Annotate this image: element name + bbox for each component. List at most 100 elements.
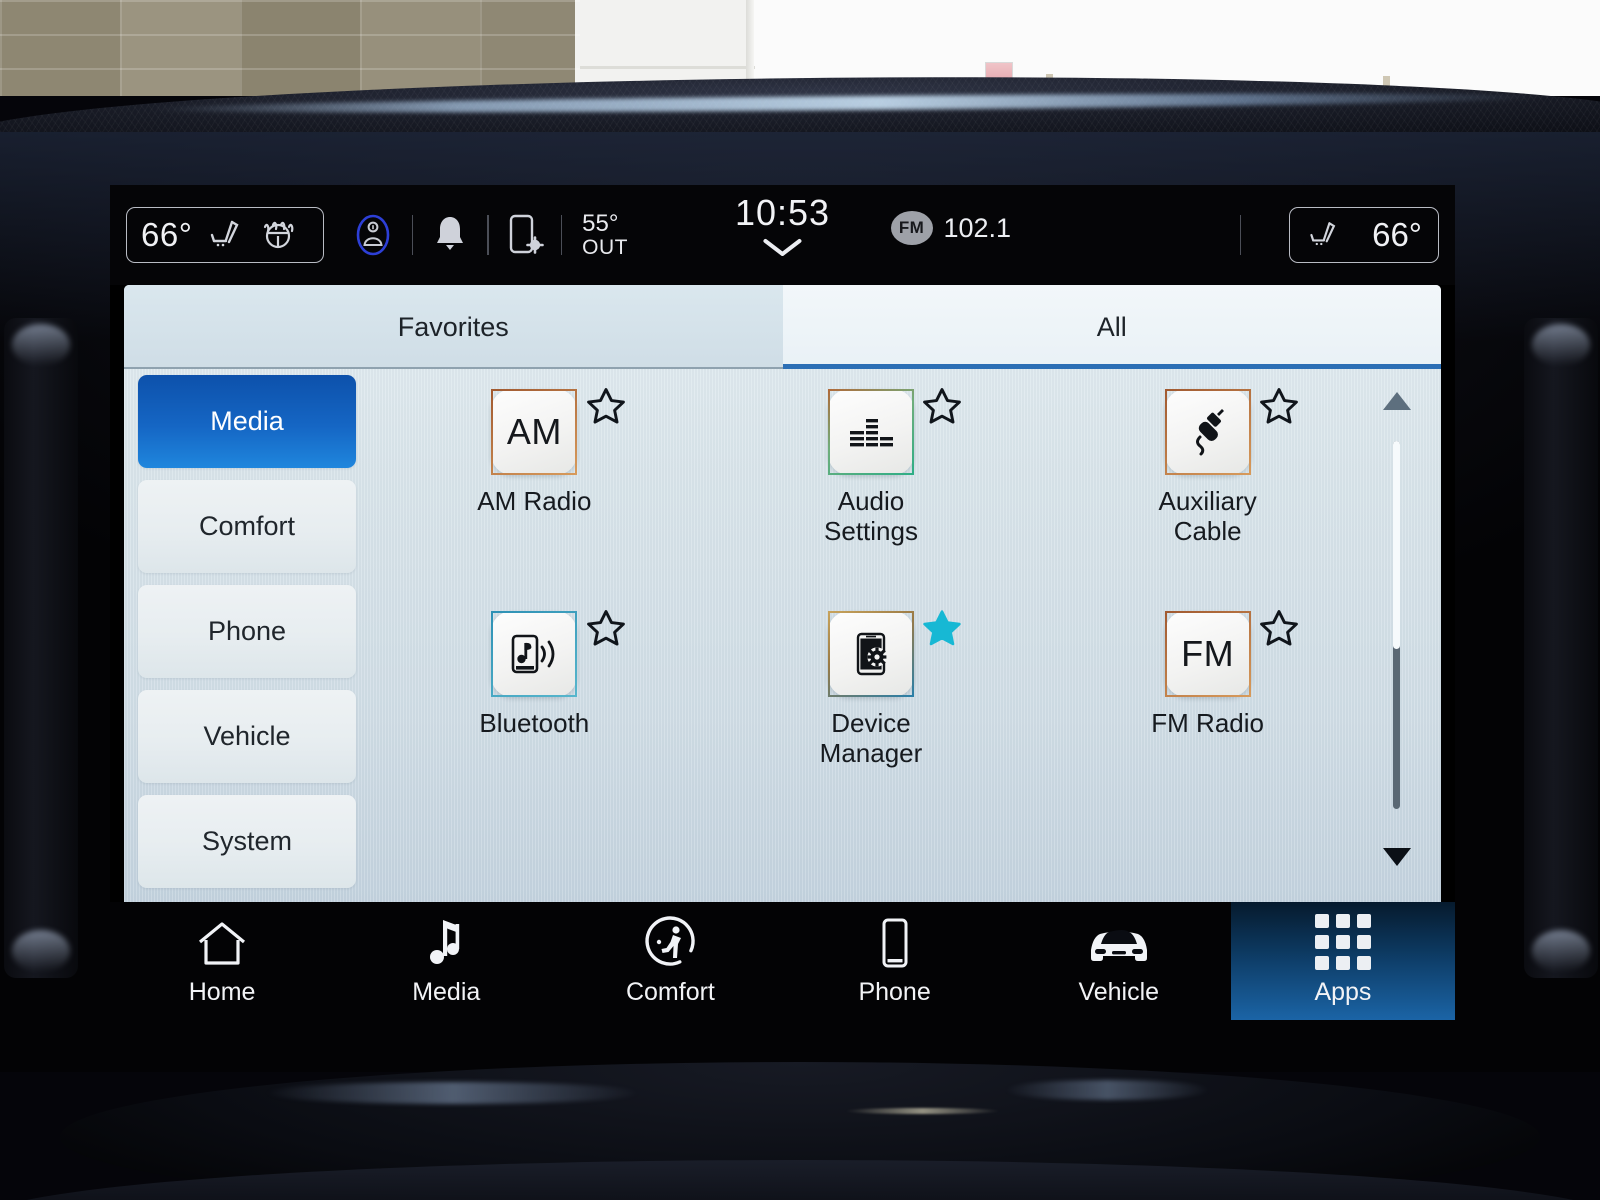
outside-temp-value: 55° — [582, 210, 619, 238]
nav-item-label: Vehicle — [1078, 977, 1160, 1006]
sidebar-item-label: System — [201, 826, 293, 856]
phone-settings-icon — [505, 212, 545, 258]
passenger-temp-value: 66° — [1372, 216, 1422, 253]
notifications-button[interactable] — [429, 213, 471, 257]
favorite-star-icon[interactable] — [919, 607, 965, 656]
air-vent-left — [4, 318, 78, 978]
app-label: FM Radio — [1151, 708, 1264, 738]
outside-temperature: 55° OUT — [582, 211, 628, 258]
tab-all[interactable]: All — [782, 285, 1441, 369]
now-playing-radio[interactable]: FM 102.1 — [890, 211, 1012, 245]
divider — [487, 215, 489, 255]
fm-radio-glyph: FM — [1181, 633, 1235, 674]
scrollbar-thumb[interactable] — [1393, 441, 1400, 649]
favorite-star-icon[interactable] — [1256, 607, 1302, 656]
am-radio-glyph: AM — [506, 411, 562, 452]
clock-value: 10:53 — [734, 192, 831, 233]
bottom-navigation: Home Media Comfort Phone Vehicle Apps — [110, 902, 1455, 1020]
scrollbar-track[interactable] — [1393, 441, 1400, 809]
app-label: Audio Settings — [824, 486, 918, 546]
nav-item-media[interactable]: Media — [334, 902, 558, 1020]
tab-bar: Favorites All — [124, 285, 1441, 369]
favorite-star-icon[interactable] — [583, 607, 629, 656]
radio-band-badge: FM — [890, 211, 933, 245]
sidebar-item-phone[interactable]: Phone — [138, 585, 356, 678]
nav-item-phone[interactable]: Phone — [783, 902, 1007, 1020]
app-item-fm-radio[interactable]: FM FM Radio — [1039, 601, 1376, 823]
app-item-audio-settings[interactable]: Audio Settings — [703, 379, 1040, 601]
panel-body: Media Comfort Phone Vehicle System AM AM… — [124, 369, 1441, 902]
category-sidebar: Media Comfort Phone Vehicle System — [124, 369, 356, 902]
chevron-down-icon[interactable] — [760, 236, 806, 263]
sidebar-item-label: Phone — [207, 616, 287, 646]
console-reflection-left — [265, 1082, 640, 1104]
device-settings-button[interactable] — [505, 212, 545, 258]
nav-item-label: Apps — [1314, 977, 1372, 1006]
music-note-icon — [422, 916, 470, 970]
driver-climate-control[interactable]: 66° — [126, 207, 324, 263]
sidebar-item-label: Comfort — [198, 511, 296, 541]
console-trim-highlight — [845, 1108, 1000, 1114]
fm-radio-icon[interactable]: FM — [1164, 611, 1251, 697]
device-manager-icon[interactable] — [827, 611, 914, 697]
occupant-detection-icon — [350, 211, 396, 259]
app-item-device-manager[interactable]: Device Manager — [703, 601, 1040, 823]
favorite-star-icon[interactable] — [583, 385, 629, 434]
app-grid-area: AM AM Radio Audio Settings Auxiliary Cab… — [356, 369, 1441, 902]
seat-heat-icon[interactable] — [206, 218, 246, 252]
nav-item-label: Comfort — [625, 977, 715, 1006]
nav-item-comfort[interactable]: Comfort — [558, 902, 782, 1020]
triangle-up-icon[interactable] — [1381, 389, 1413, 413]
photo-scene: 66° 55° OUT 10:53 FM 102.1 66° Favorites… — [0, 0, 1600, 1200]
radio-frequency-value: 102.1 — [943, 212, 1012, 243]
vent-highlight-top — [12, 324, 70, 366]
air-vent-right — [1524, 318, 1598, 978]
app-item-bluetooth[interactable]: Bluetooth — [366, 601, 703, 823]
bell-icon — [429, 213, 471, 257]
tab-all-label: All — [1096, 311, 1127, 342]
sidebar-item-system[interactable]: System — [138, 795, 356, 888]
nav-item-vehicle[interactable]: Vehicle — [1007, 902, 1231, 1020]
app-grid-scrollbar[interactable] — [1377, 389, 1417, 869]
occupant-status-button[interactable] — [350, 211, 396, 259]
app-label: Bluetooth — [479, 708, 590, 738]
sidebar-item-comfort[interactable]: Comfort — [138, 480, 356, 573]
divider — [560, 215, 563, 255]
am-radio-icon[interactable]: AM — [491, 389, 578, 475]
nav-item-label: Phone — [858, 977, 931, 1006]
app-label: AM Radio — [477, 486, 592, 516]
status-bar: 66° 55° OUT 10:53 FM 102.1 66° — [110, 185, 1455, 285]
comfort-icon — [641, 915, 699, 970]
bluetooth-audio-icon[interactable] — [491, 611, 578, 697]
console-reflection-right — [1005, 1080, 1210, 1100]
favorite-star-icon[interactable] — [919, 385, 965, 434]
tab-favorites[interactable]: Favorites — [124, 285, 783, 369]
vent-highlight-top — [1532, 324, 1590, 366]
app-item-auxiliary-cable[interactable]: Auxiliary Cable — [1039, 379, 1376, 601]
equalizer-icon[interactable] — [827, 389, 914, 475]
driver-temp-value: 66° — [141, 216, 193, 253]
passenger-climate-area: 66° — [1224, 207, 1439, 263]
triangle-down-icon[interactable] — [1381, 845, 1413, 869]
nav-item-home[interactable]: Home — [110, 902, 334, 1020]
sidebar-item-vehicle[interactable]: Vehicle — [138, 690, 356, 783]
aux-jack-icon[interactable] — [1164, 389, 1251, 475]
divider — [412, 215, 414, 255]
vent-highlight-bottom — [12, 930, 70, 972]
vent-highlight-bottom — [1532, 930, 1590, 972]
clock-area[interactable]: 10:53 — [735, 195, 830, 263]
brick-wall — [0, 0, 580, 96]
grid-icon — [1314, 913, 1371, 970]
passenger-climate-control[interactable]: 66° — [1289, 207, 1439, 263]
favorite-star-icon[interactable] — [1256, 385, 1302, 434]
app-label: Device Manager — [819, 708, 923, 768]
tab-favorites-label: Favorites — [397, 311, 509, 342]
outside-temp-label: OUT — [582, 235, 628, 259]
sidebar-item-media[interactable]: Media — [138, 375, 356, 468]
building-trim — [580, 66, 755, 69]
app-item-am-radio[interactable]: AM AM Radio — [366, 379, 703, 601]
home-icon — [194, 916, 250, 970]
car-icon — [1081, 916, 1157, 970]
nav-item-apps[interactable]: Apps — [1230, 902, 1455, 1020]
steering-wheel-heat-icon[interactable] — [260, 218, 296, 252]
